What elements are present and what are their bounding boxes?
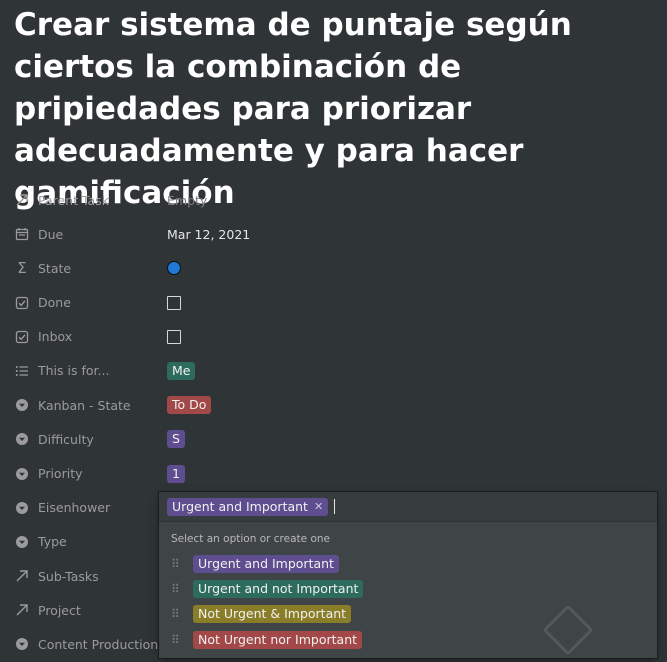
property-row-this-is-for[interactable]: This is for... Me — [0, 354, 667, 388]
selected-option-tag[interactable]: Urgent and Important ✕ — [167, 497, 329, 516]
remove-tag-icon[interactable]: ✕ — [314, 499, 323, 515]
drag-handle-icon[interactable]: ⠿ — [171, 557, 181, 571]
property-label: Project — [38, 602, 81, 618]
priority-value[interactable]: 1 — [167, 457, 185, 491]
property-row-priority[interactable]: Priority 1 — [0, 457, 667, 491]
property-label: Content Production — [38, 636, 159, 652]
select-icon — [14, 500, 30, 516]
list-icon — [14, 363, 30, 379]
difficulty-value[interactable]: S — [167, 422, 185, 456]
select-icon — [14, 466, 30, 482]
option-item[interactable]: ⠿ Urgent and Important — [159, 551, 657, 576]
drag-handle-icon[interactable]: ⠿ — [171, 633, 181, 647]
tag-priority: 1 — [167, 464, 185, 483]
sigma-icon: Σ — [17, 259, 27, 278]
property-label: Done — [38, 295, 71, 311]
state-indicator-dot — [167, 261, 181, 276]
select-hint: Select an option or create one — [171, 533, 330, 545]
drag-handle-icon[interactable]: ⠿ — [171, 607, 181, 621]
kanban-state-value[interactable]: To Do — [167, 388, 212, 422]
property-label: Parent Task — [38, 192, 109, 208]
property-row-parent-task[interactable]: Parent Task Empty — [0, 183, 667, 217]
property-row-state[interactable]: Σ State — [0, 251, 667, 285]
inbox-checkbox[interactable] — [167, 329, 181, 344]
checkbox-icon — [14, 329, 30, 345]
property-label: Difficulty — [38, 431, 94, 447]
property-label: Priority — [38, 466, 83, 481]
select-icon — [14, 534, 30, 550]
property-row-kanban-state[interactable]: Kanban - State To Do — [0, 388, 667, 422]
arrow-up-right-icon — [14, 568, 30, 584]
property-row-difficulty[interactable]: Difficulty S — [0, 422, 667, 456]
property-label: This is for... — [38, 363, 110, 379]
calendar-icon — [14, 226, 30, 242]
drag-handle-icon[interactable]: ⠿ — [171, 582, 181, 596]
this-is-for-value[interactable]: Me — [167, 354, 196, 388]
arrow-up-right-icon — [14, 192, 30, 208]
select-search-input[interactable]: Urgent and Important ✕ — [159, 492, 657, 522]
property-label: Eisenhower — [38, 500, 111, 516]
tag-to-do: To Do — [167, 396, 212, 415]
property-row-due[interactable]: Due Mar 12, 2021 — [0, 217, 667, 251]
select-icon — [14, 431, 30, 447]
arrow-up-right-icon — [14, 602, 30, 618]
due-date-value[interactable]: Mar 12, 2021 — [167, 217, 250, 251]
done-checkbox[interactable] — [167, 295, 181, 310]
property-label: Kanban - State — [38, 397, 131, 413]
property-label: Inbox — [38, 329, 73, 345]
tag-me: Me — [167, 361, 196, 380]
property-label: State — [38, 260, 72, 276]
select-icon — [14, 397, 30, 413]
select-icon — [14, 636, 30, 652]
option-item[interactable]: ⠿ Urgent and not Important — [159, 576, 657, 601]
text-cursor — [334, 499, 336, 514]
property-row-done[interactable]: Done — [0, 286, 667, 320]
checkbox-icon — [14, 295, 30, 311]
property-label: Sub-Tasks — [38, 568, 99, 584]
property-label: Type — [38, 534, 67, 550]
property-row-inbox[interactable]: Inbox — [0, 320, 667, 354]
property-label: Due — [38, 226, 64, 242]
parent-task-value[interactable]: Empty — [167, 183, 207, 217]
tag-difficulty: S — [167, 430, 185, 449]
